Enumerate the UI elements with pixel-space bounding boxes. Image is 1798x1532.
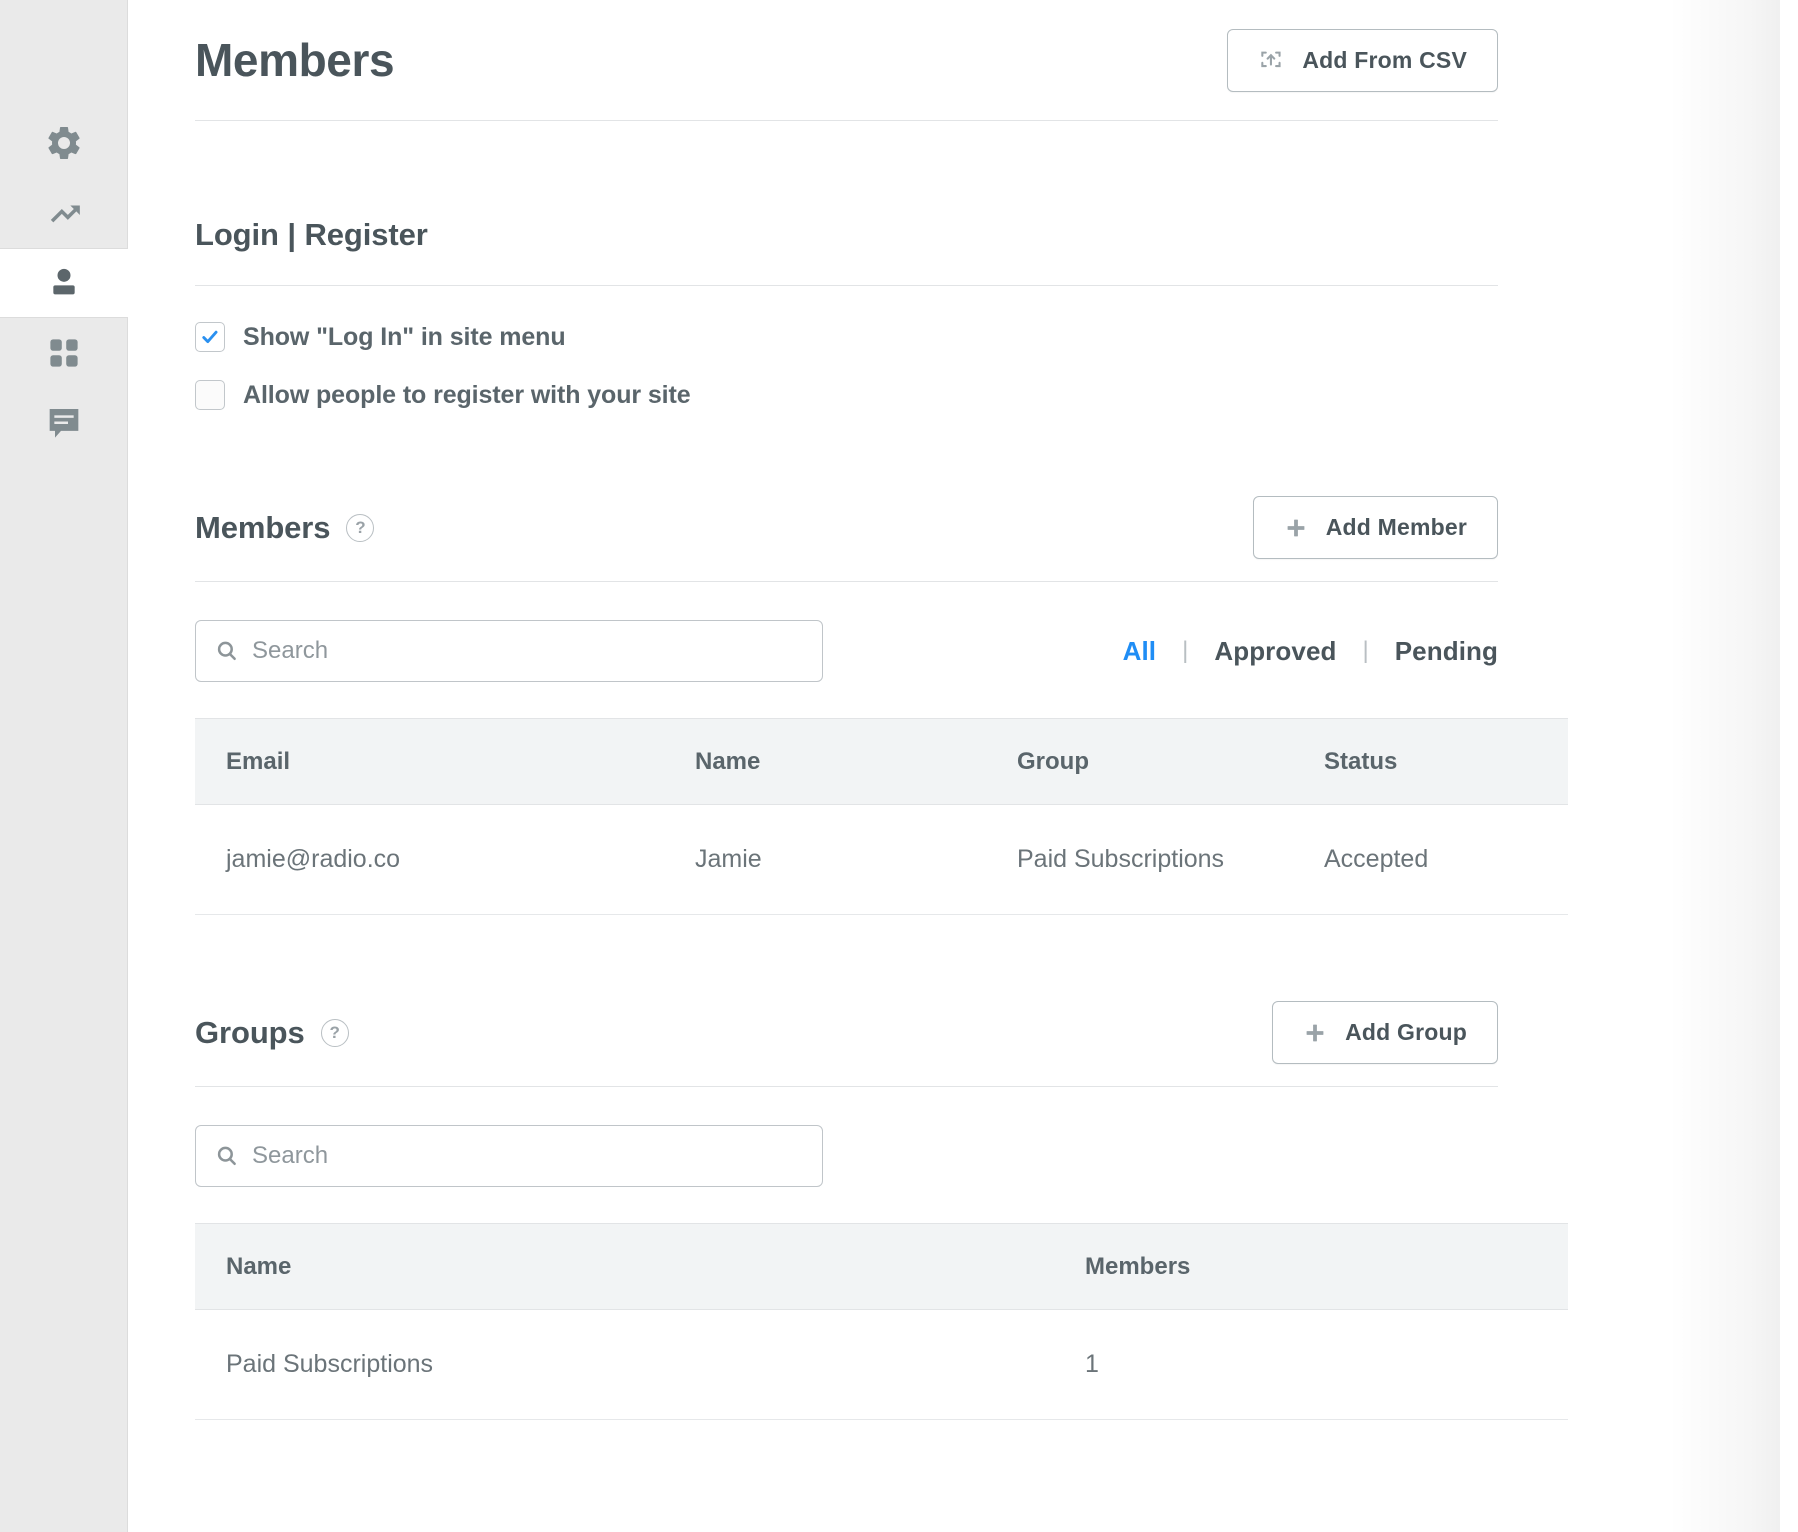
members-filter-pending[interactable]: Pending (1395, 636, 1498, 667)
checkbox-label-show-login: Show "Log In" in site menu (243, 322, 566, 351)
groups-section: Groups ? Add Group Search Name Members P… (195, 1001, 1568, 1420)
login-register-options: Show "Log In" in site menu Allow people … (195, 322, 1568, 410)
members-divider (195, 581, 1498, 582)
table-row[interactable]: jamie@radio.co Jamie Paid Subscriptions … (195, 804, 1568, 915)
members-title: Members (195, 509, 331, 545)
members-search-input[interactable] (195, 620, 823, 682)
login-register-section: Login | Register Show "Log In" in site m… (195, 207, 1568, 410)
app-root: Members Add From CSV Login | Register Sh… (0, 0, 1798, 1532)
grid-icon (45, 334, 83, 372)
members-table-head: Email Name Group Status (195, 718, 1568, 805)
members-filter-approved[interactable]: Approved (1214, 636, 1336, 667)
search-icon (215, 639, 239, 663)
right-scroll-shadow (1668, 0, 1798, 1532)
checkbox-row-allow-register[interactable]: Allow people to register with your site (195, 380, 1568, 410)
members-column-name: Name (695, 718, 1017, 805)
add-member-label: Add Member (1325, 514, 1467, 540)
main-panel: Members Add From CSV Login | Register Sh… (128, 0, 1798, 1532)
groups-search-wrap (195, 1125, 823, 1187)
filter-separator-1: | (1182, 637, 1189, 664)
person-icon (44, 263, 84, 303)
page-right-edge (1780, 0, 1798, 1532)
search-icon (215, 1144, 239, 1168)
members-title-group: Members ? (195, 509, 375, 546)
groups-column-members: Members (1085, 1223, 1568, 1310)
member-email: jamie@radio.co (195, 804, 695, 915)
page-title: Members (195, 34, 395, 86)
checkbox-label-allow-register: Allow people to register with your site (243, 380, 691, 409)
members-title-row: Members ? Add Member (195, 496, 1568, 559)
sidebar-item-analytics[interactable] (0, 178, 127, 248)
page-header: Members Add From CSV (195, 0, 1568, 120)
member-name: Jamie (695, 804, 1017, 915)
sidebar-item-settings[interactable] (0, 108, 127, 178)
members-section: Members ? Add Member Search All | Approv… (195, 496, 1568, 915)
members-column-status: Status (1324, 718, 1568, 805)
groups-title: Groups (195, 1014, 305, 1050)
members-column-group: Group (1017, 718, 1324, 805)
members-filter-tabs: All | Approved | Pending (1123, 636, 1498, 667)
groups-column-name: Name (195, 1223, 1085, 1310)
comment-icon (44, 403, 84, 443)
members-search-wrap (195, 620, 823, 682)
sidebar (0, 0, 128, 1532)
add-group-button[interactable]: Add Group (1272, 1001, 1498, 1064)
question-mark-icon[interactable]: ? (320, 1018, 349, 1047)
trending-up-icon (44, 193, 84, 233)
members-toolbar: All | Approved | Pending (195, 620, 1568, 682)
member-group: Paid Subscriptions (1017, 804, 1324, 915)
members-table-body: jamie@radio.co Jamie Paid Subscriptions … (195, 804, 1568, 915)
groups-table-head: Name Members (195, 1223, 1568, 1310)
add-group-label: Add Group (1345, 1019, 1467, 1045)
member-status: Accepted (1324, 804, 1568, 915)
groups-table: Name Members Paid Subscriptions 1 (195, 1223, 1568, 1420)
gear-icon (44, 123, 84, 163)
groups-table-header-row: Name Members (195, 1223, 1568, 1310)
plus-icon (1303, 1021, 1327, 1045)
sidebar-item-members[interactable] (0, 248, 128, 318)
question-mark-icon[interactable]: ? (346, 513, 375, 542)
header-divider (195, 120, 1498, 121)
login-register-title: Login | Register (195, 217, 428, 252)
login-register-divider (195, 285, 1498, 286)
add-member-button[interactable]: Add Member (1252, 496, 1498, 559)
filter-separator-2: | (1362, 637, 1369, 664)
page-content: Members Add From CSV Login | Register Sh… (128, 0, 1568, 1420)
upload-icon (1258, 47, 1284, 73)
login-register-title-row: Login | Register (195, 207, 1568, 263)
checkbox-show-login[interactable] (195, 322, 225, 352)
table-row[interactable]: Paid Subscriptions 1 (195, 1309, 1568, 1420)
add-from-csv-button[interactable]: Add From CSV (1227, 28, 1498, 92)
groups-title-row: Groups ? Add Group (195, 1001, 1568, 1064)
group-member-count: 1 (1085, 1309, 1568, 1420)
groups-title-group: Groups ? (195, 1015, 349, 1051)
groups-toolbar (195, 1125, 1568, 1187)
add-from-csv-label: Add From CSV (1302, 46, 1467, 73)
members-table-header-row: Email Name Group Status (195, 718, 1568, 805)
checkbox-row-show-login[interactable]: Show "Log In" in site menu (195, 322, 1568, 352)
members-filter-all[interactable]: All (1123, 636, 1157, 667)
sidebar-item-apps[interactable] (0, 318, 127, 388)
members-column-email: Email (195, 718, 695, 805)
sidebar-item-comments[interactable] (0, 388, 127, 458)
checkbox-allow-register[interactable] (195, 380, 225, 410)
group-name: Paid Subscriptions (195, 1309, 1085, 1420)
plus-icon (1284, 516, 1308, 540)
groups-search-input[interactable] (195, 1125, 823, 1187)
members-table: Email Name Group Status jamie@radio.co J… (195, 718, 1568, 915)
groups-table-body: Paid Subscriptions 1 (195, 1309, 1568, 1420)
groups-divider (195, 1086, 1498, 1087)
